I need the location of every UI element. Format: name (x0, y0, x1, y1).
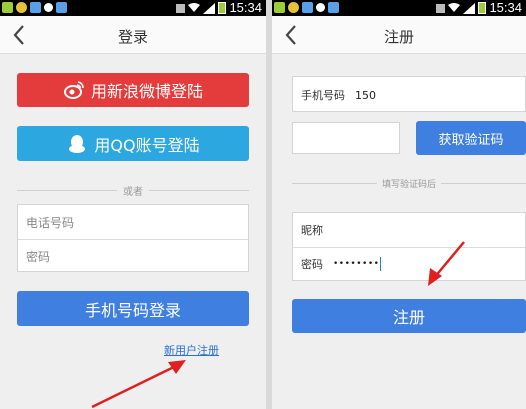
app-notification-icon (302, 2, 313, 13)
qq-login-button[interactable]: 用QQ账号登陆 (17, 126, 249, 161)
verification-divider-text: 填写验证码后 (376, 180, 441, 190)
signal-icon (463, 2, 476, 14)
app-notification-icon (288, 2, 299, 13)
red-arrow-annotation (428, 241, 465, 286)
weibo-login-button[interactable]: 用新浪微博登陆 (17, 73, 249, 107)
notification-icons (274, 2, 339, 13)
status-bar: 15:34 (0, 0, 266, 16)
phone-number-value: 150 (355, 88, 376, 102)
phone-number-field[interactable]: 手机号码 150 (292, 76, 526, 112)
weibo-icon (63, 81, 84, 99)
app-notification-icon (44, 3, 53, 12)
register-label: 注册 (392, 308, 425, 327)
nickname-label: 昵称 (301, 224, 323, 237)
password-value: •••••••• (333, 259, 380, 269)
verification-divider: 填写验证码后 (292, 176, 526, 190)
wifi-icon (448, 3, 461, 12)
or-divider: 或者 (17, 183, 249, 198)
qq-login-label: 用QQ账号登陆 (94, 135, 200, 155)
wifi-icon (188, 3, 201, 12)
app-notification-icon (316, 3, 325, 12)
phone-number-label: 手机号码 (301, 89, 345, 102)
app-notification-icon (16, 2, 27, 13)
status-time: 15:34 (229, 0, 262, 15)
status-bar: 15:34 (272, 0, 526, 16)
title-bar: 注册 (272, 16, 526, 54)
password-input[interactable]: 密码 (18, 239, 248, 273)
signal-icon (203, 2, 216, 14)
phone-input[interactable]: 电话号码 (18, 205, 248, 239)
password-label: 密码 (301, 258, 323, 271)
password-input[interactable]: 密码 •••••••• (293, 247, 525, 281)
notification-icons (2, 2, 67, 13)
register-screen: 15:34 注册 手机号码 150 获取验证码 填写验证码后 昵称 密码 •••… (272, 0, 526, 409)
register-button[interactable]: 注册 (292, 299, 526, 333)
phone-login-label: 手机号码登录 (84, 300, 181, 320)
mute-icon (436, 3, 446, 13)
password-input-placeholder: 密码 (26, 249, 51, 264)
title-bar: 登录 (0, 16, 266, 54)
system-icons: 15:34 (436, 0, 522, 16)
app-notification-icon (274, 2, 285, 13)
image-notification-icon (56, 2, 67, 13)
login-form: 电话号码 密码 (17, 204, 249, 272)
get-code-button[interactable]: 获取验证码 (416, 121, 526, 155)
verification-code-input[interactable] (292, 122, 400, 154)
page-title: 登录 (117, 28, 148, 46)
or-divider-text: 或者 (117, 187, 149, 198)
red-arrow-annotation (91, 360, 186, 409)
text-cursor (380, 257, 382, 271)
battery-icon (218, 2, 227, 14)
status-time: 15:34 (489, 0, 522, 15)
get-code-label: 获取验证码 (438, 132, 504, 148)
phone-input-placeholder: 电话号码 (26, 215, 75, 230)
image-notification-icon (328, 2, 339, 13)
mute-icon (176, 3, 186, 13)
page-title: 注册 (383, 28, 414, 46)
weibo-login-label: 用新浪微博登陆 (90, 82, 203, 101)
login-screen: 15:34 登录 用新浪微博登陆 用QQ账号登陆 或者 电话号码 密码 手机号码… (0, 0, 266, 409)
qq-penguin-icon (69, 134, 86, 153)
nickname-input[interactable]: 昵称 (293, 213, 525, 247)
phone-login-button[interactable]: 手机号码登录 (17, 291, 249, 326)
system-icons: 15:34 (176, 0, 262, 16)
battery-icon (478, 2, 487, 14)
register-form: 昵称 密码 •••••••• (292, 212, 526, 281)
app-notification-icon (30, 2, 41, 13)
app-notification-icon (2, 2, 13, 13)
